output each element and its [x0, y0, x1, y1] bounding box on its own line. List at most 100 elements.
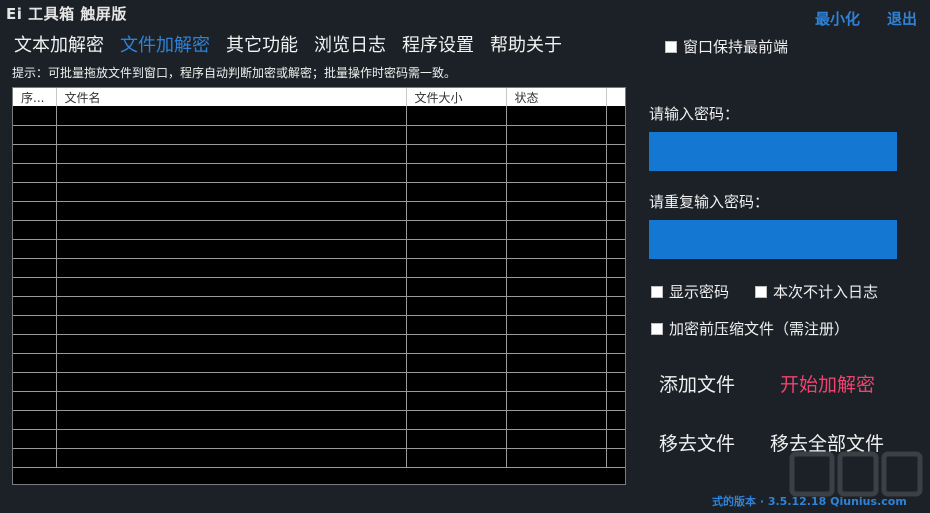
password-label: 请输入密码：: [649, 105, 740, 123]
table-cell: [406, 410, 507, 430]
column-header-spacer: [606, 88, 625, 106]
watermark-logo-icon: [789, 451, 923, 497]
table-row[interactable]: [13, 372, 625, 392]
tab-text-crypto[interactable]: 文本加解密: [14, 31, 104, 57]
password-confirm-input[interactable]: [649, 220, 897, 259]
keep-on-top-checkbox[interactable]: [665, 40, 677, 53]
table-cell: [13, 163, 57, 183]
table-cell: [406, 277, 507, 297]
table-cell: [506, 429, 607, 449]
table-row[interactable]: [13, 125, 625, 145]
table-cell: [406, 448, 507, 468]
table-cell: [13, 391, 57, 411]
remove-file-button[interactable]: 移去文件: [659, 429, 735, 456]
password-input[interactable]: [649, 132, 897, 171]
table-row[interactable]: [13, 334, 625, 354]
exit-button[interactable]: 退出: [887, 8, 917, 29]
version-text: 式的版本 · 3.5.12.18 Qiunius.com: [712, 495, 907, 508]
column-header-filename[interactable]: 文件名: [56, 88, 407, 106]
table-cell: [56, 239, 407, 259]
table-cell: [406, 239, 507, 259]
table-cell: [606, 220, 625, 240]
column-header-status[interactable]: 状态: [506, 88, 607, 106]
table-cell: [13, 372, 57, 392]
table-cell: [13, 239, 57, 259]
table-row[interactable]: [13, 315, 625, 335]
table-cell: [13, 315, 57, 335]
compress-checkbox[interactable]: [651, 322, 663, 335]
table-cell: [406, 106, 507, 126]
table-cell: [13, 144, 57, 164]
table-cell: [606, 239, 625, 259]
table-cell: [56, 201, 407, 221]
show-password-option[interactable]: 显示密码: [651, 281, 729, 302]
show-password-checkbox[interactable]: [651, 285, 663, 298]
table-row[interactable]: [13, 258, 625, 278]
table-cell: [13, 258, 57, 278]
table-cell: [506, 220, 607, 240]
tab-settings[interactable]: 程序设置: [402, 31, 474, 57]
table-cell: [56, 315, 407, 335]
table-cell: [56, 220, 407, 240]
no-log-option[interactable]: 本次不计入日志: [755, 281, 878, 302]
keep-on-top-option[interactable]: 窗口保持最前端: [665, 36, 788, 57]
table-row[interactable]: [13, 448, 625, 468]
table-cell: [56, 144, 407, 164]
tab-browse-log[interactable]: 浏览日志: [314, 31, 386, 57]
tab-help-about[interactable]: 帮助关于: [490, 31, 562, 57]
table-row[interactable]: [13, 163, 625, 183]
hint-text: 提示：可批量拖放文件到窗口，程序自动判断加密或解密；批量操作时密码需一致。: [12, 66, 457, 80]
column-header-filesize[interactable]: 文件大小: [406, 88, 507, 106]
table-cell: [406, 429, 507, 449]
table-cell: [506, 258, 607, 278]
table-row[interactable]: [13, 239, 625, 259]
table-cell: [56, 296, 407, 316]
table-row[interactable]: [13, 296, 625, 316]
table-row[interactable]: [13, 106, 625, 126]
table-cell: [506, 410, 607, 430]
table-cell: [506, 239, 607, 259]
table-body: [13, 106, 625, 468]
file-list-table[interactable]: 序... 文件名 文件大小 状态: [12, 87, 626, 485]
table-cell: [13, 296, 57, 316]
table-cell: [406, 258, 507, 278]
table-cell: [56, 163, 407, 183]
table-row[interactable]: [13, 410, 625, 430]
table-cell: [406, 201, 507, 221]
table-cell: [56, 353, 407, 373]
table-cell: [406, 220, 507, 240]
column-header-index[interactable]: 序...: [13, 88, 57, 106]
table-cell: [13, 277, 57, 297]
add-file-button[interactable]: 添加文件: [659, 370, 735, 397]
table-row[interactable]: [13, 182, 625, 202]
compress-option[interactable]: 加密前压缩文件（需注册）: [651, 318, 849, 339]
tab-file-crypto[interactable]: 文件加解密: [120, 31, 210, 57]
table-cell: [13, 125, 57, 145]
table-row[interactable]: [13, 277, 625, 297]
no-log-checkbox[interactable]: [755, 285, 767, 298]
main-tabs: 文本加解密 文件加解密 其它功能 浏览日志 程序设置 帮助关于: [14, 31, 578, 57]
table-cell: [13, 106, 57, 126]
table-row[interactable]: [13, 429, 625, 449]
table-cell: [606, 334, 625, 354]
table-row[interactable]: [13, 220, 625, 240]
app-title: Ei 工具箱 触屏版: [6, 5, 127, 23]
table-cell: [13, 353, 57, 373]
table-row[interactable]: [13, 144, 625, 164]
table-row[interactable]: [13, 391, 625, 411]
table-cell: [406, 334, 507, 354]
table-cell: [56, 258, 407, 278]
start-crypto-button[interactable]: 开始加解密: [780, 370, 875, 397]
minimize-button[interactable]: 最小化: [815, 8, 860, 29]
table-cell: [406, 315, 507, 335]
table-cell: [606, 106, 625, 126]
table-cell: [606, 296, 625, 316]
table-row[interactable]: [13, 201, 625, 221]
table-row[interactable]: [13, 353, 625, 373]
table-cell: [606, 410, 625, 430]
table-cell: [56, 391, 407, 411]
table-cell: [13, 182, 57, 202]
table-header-row: 序... 文件名 文件大小 状态: [13, 88, 625, 106]
tab-other-functions[interactable]: 其它功能: [226, 31, 298, 57]
table-cell: [606, 448, 625, 468]
